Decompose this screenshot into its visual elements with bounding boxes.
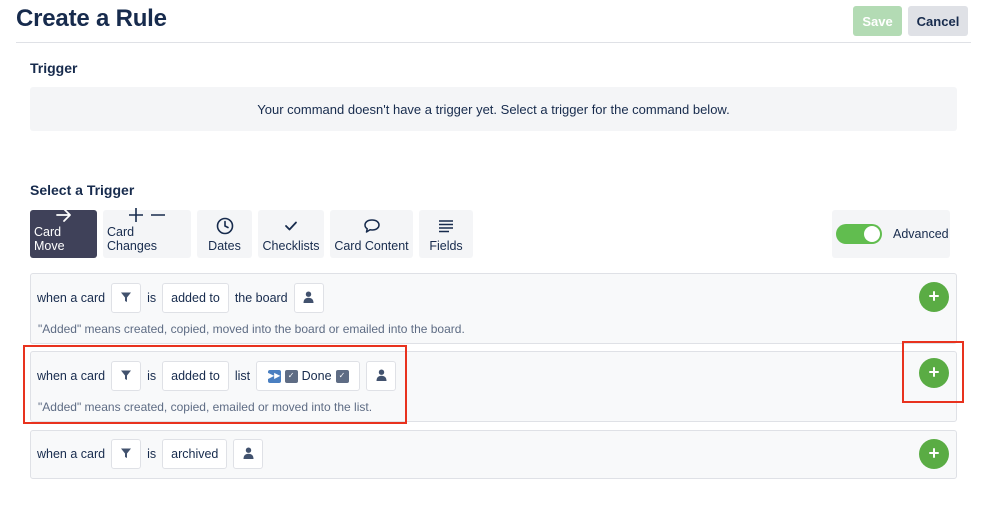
filter-button[interactable] [111,283,142,313]
trigger-empty-message: Your command doesn't have a trigger yet.… [30,87,957,131]
user-filter-button[interactable] [233,439,264,469]
when-text: when a card [37,447,106,461]
cancel-button[interactable]: Cancel [908,6,968,36]
speech-bubble-icon [363,215,381,237]
tab-fields[interactable]: Fields [419,210,473,258]
advanced-label: Advanced [893,227,949,241]
add-trigger-button[interactable] [919,282,949,312]
advanced-toggle[interactable] [836,224,882,244]
add-trigger-button[interactable] [919,439,949,469]
tab-label: Fields [429,239,463,253]
trigger-hint: "Added" means created, copied, moved int… [38,322,465,336]
is-text: is [147,447,157,461]
save-button[interactable]: Save [853,6,902,36]
annotation-highlight-add-button [902,341,964,403]
advanced-toggle-container: Advanced [832,210,950,258]
trigger-option-added-to-board: when a card is added to the board "Added… [30,273,957,344]
title-divider [16,42,971,43]
filter-icon [120,291,132,306]
trigger-option-archived: when a card is archived [30,430,957,479]
lines-icon [438,215,454,237]
action-select[interactable]: archived [162,439,228,469]
person-icon [243,447,254,462]
checkmark-icon [284,215,298,237]
tab-dates[interactable]: Dates [197,210,252,258]
is-text: is [147,291,157,305]
trigger-heading: Trigger [30,60,78,76]
plus-icon [929,288,939,306]
tab-checklists[interactable]: Checklists [258,210,324,258]
trigger-tabs: Card Move Card Changes Dates Checklists … [30,207,473,258]
tab-card-content[interactable]: Card Content [330,210,413,258]
user-filter-button[interactable] [293,283,324,313]
select-trigger-heading: Select a Trigger [30,182,135,198]
annotation-highlight-trigger [23,345,407,424]
filter-button[interactable] [111,439,142,469]
target-text: the board [234,291,288,305]
tab-label: Dates [208,239,241,253]
page-title: Create a Rule [16,5,167,32]
when-text: when a card [37,291,106,305]
action-select[interactable]: added to [162,283,229,313]
person-icon [303,291,314,306]
tab-label: Checklists [262,239,320,253]
tab-label: Card Move [34,225,65,253]
toggle-knob [864,226,880,242]
plus-icon [929,445,939,463]
tab-card-changes[interactable]: Card Changes [103,207,191,258]
clock-icon [216,215,234,237]
tab-card-move[interactable]: Card Move [30,207,97,258]
arrow-right-icon [55,207,73,223]
tab-label: Card Changes [107,225,158,253]
filter-icon [120,447,132,462]
plus-minus-icon [127,207,167,223]
tab-label: Card Content [334,239,409,253]
